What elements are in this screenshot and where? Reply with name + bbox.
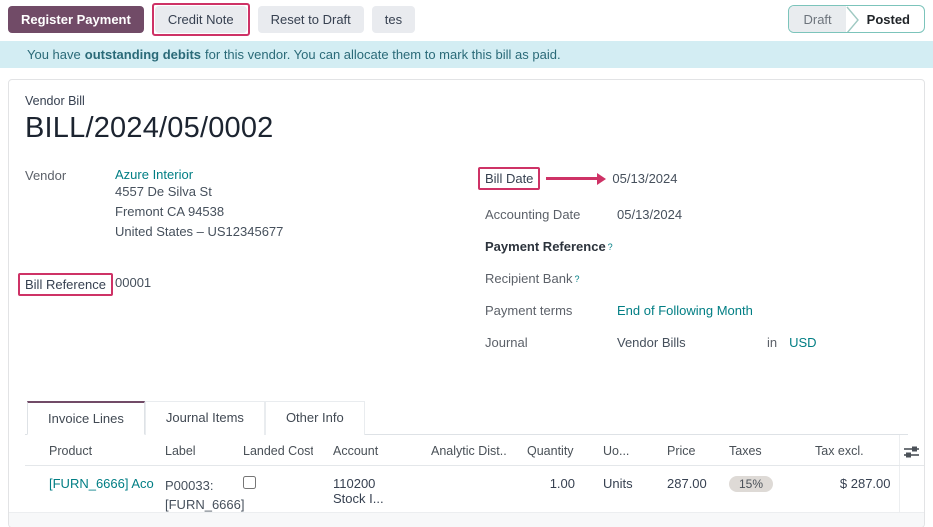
tab-journal-items[interactable]: Journal Items bbox=[145, 401, 265, 435]
vendor-bill-sheet: Vendor Bill BILL/2024/05/0002 Vendor Azu… bbox=[8, 79, 925, 527]
bill-date-field-row: Bill Date 05/13/2024 bbox=[485, 167, 908, 190]
landed-costs-checkbox[interactable] bbox=[243, 476, 256, 489]
tes-button[interactable]: tes bbox=[372, 6, 415, 33]
tax-badge[interactable]: 15% bbox=[729, 476, 773, 492]
recipient-bank-field-row: Recipient Bank ? bbox=[485, 271, 908, 286]
left-field-column: Vendor Azure Interior 4557 De Silva St F… bbox=[25, 167, 485, 367]
col-header-quantity[interactable]: Quantity bbox=[507, 435, 583, 466]
address-line: United States – US12345677 bbox=[115, 222, 283, 242]
annotation-arrow-icon bbox=[546, 177, 598, 180]
vendor-value: Azure Interior 4557 De Silva St Fremont … bbox=[115, 167, 283, 242]
col-header-tax-excl[interactable]: Tax excl. bbox=[795, 435, 899, 466]
status-posted[interactable]: Posted bbox=[861, 6, 924, 32]
journal-label: Journal bbox=[485, 335, 617, 350]
accounting-date-value[interactable]: 05/13/2024 bbox=[617, 207, 682, 222]
col-header-account[interactable]: Account bbox=[313, 435, 411, 466]
status-bar: Draft Posted bbox=[788, 5, 925, 33]
col-header-product[interactable]: Product bbox=[25, 435, 145, 466]
col-header-price[interactable]: Price bbox=[647, 435, 709, 466]
address-line: 4557 De Silva St bbox=[115, 182, 283, 202]
col-header-label[interactable]: Label bbox=[145, 435, 223, 466]
banner-text-prefix: You have bbox=[27, 47, 81, 62]
chevron-right-icon bbox=[846, 6, 861, 33]
table-header-row: Product Label Landed Costs Account Analy… bbox=[25, 435, 925, 466]
product-link[interactable]: [FURN_6666] Aco bbox=[49, 476, 154, 491]
tab-other-info[interactable]: Other Info bbox=[265, 401, 365, 435]
field-columns: Vendor Azure Interior 4557 De Silva St F… bbox=[25, 167, 908, 367]
col-header-taxes[interactable]: Taxes bbox=[709, 435, 795, 466]
accounting-date-field-row: Accounting Date 05/13/2024 bbox=[485, 207, 908, 222]
payment-terms-label: Payment terms bbox=[485, 303, 617, 318]
right-field-column: Bill Date 05/13/2024 Accounting Date 05/… bbox=[485, 167, 908, 367]
bill-date-value[interactable]: 05/13/2024 bbox=[612, 171, 677, 186]
status-draft[interactable]: Draft bbox=[789, 6, 845, 32]
journal-currency-link[interactable]: USD bbox=[789, 335, 816, 350]
spacer bbox=[25, 251, 485, 272]
address-line: Fremont CA 94538 bbox=[115, 202, 283, 222]
credit-note-button[interactable]: Credit Note bbox=[155, 6, 247, 33]
banner-text-suffix: for this vendor. You can allocate them t… bbox=[205, 47, 561, 62]
bill-reference-annotation-box: Bill Reference bbox=[18, 273, 113, 296]
bill-reference-value[interactable]: 00001 bbox=[115, 272, 151, 290]
register-payment-button[interactable]: Register Payment bbox=[8, 6, 144, 33]
vendor-link[interactable]: Azure Interior bbox=[115, 167, 193, 182]
reset-to-draft-button[interactable]: Reset to Draft bbox=[258, 6, 364, 33]
next-row-strip[interactable] bbox=[9, 512, 924, 527]
help-icon[interactable]: ? bbox=[608, 242, 613, 252]
page-title: BILL/2024/05/0002 bbox=[25, 112, 908, 145]
optional-columns-icon[interactable] bbox=[904, 445, 919, 462]
vendor-field-row: Vendor Azure Interior 4557 De Silva St F… bbox=[25, 167, 485, 242]
payment-reference-field-row: Payment Reference ? bbox=[485, 239, 908, 254]
credit-note-annotation-box: Credit Note bbox=[152, 3, 250, 36]
col-header-uom[interactable]: Uo... bbox=[583, 435, 647, 466]
optional-columns-header bbox=[899, 435, 925, 466]
tab-invoice-lines[interactable]: Invoice Lines bbox=[27, 401, 145, 435]
outstanding-debits-banner: You have outstanding debits for this ven… bbox=[0, 41, 933, 68]
payment-reference-label: Payment Reference bbox=[485, 239, 606, 254]
document-type-label: Vendor Bill bbox=[25, 94, 908, 108]
journal-value[interactable]: Vendor Bills bbox=[617, 335, 767, 350]
help-icon[interactable]: ? bbox=[574, 274, 579, 284]
col-header-landed-costs[interactable]: Landed Costs bbox=[223, 435, 313, 466]
vendor-address: 4557 De Silva St Fremont CA 94538 United… bbox=[115, 182, 283, 242]
toolbar: Register Payment Credit Note Reset to Dr… bbox=[0, 0, 933, 38]
col-header-analytic[interactable]: Analytic Dist... bbox=[411, 435, 507, 466]
payment-terms-field-row: Payment terms End of Following Month bbox=[485, 303, 908, 318]
accounting-date-label: Accounting Date bbox=[485, 207, 617, 222]
recipient-bank-label: Recipient Bank bbox=[485, 271, 572, 286]
journal-field-row: Journal Vendor Bills in USD bbox=[485, 335, 908, 350]
bill-reference-field-row: Bill Reference 00001 bbox=[25, 272, 485, 296]
notebook-tabs: Invoice Lines Journal Items Other Info bbox=[25, 400, 908, 435]
bill-reference-label-wrap: Bill Reference bbox=[25, 272, 115, 296]
payment-terms-value[interactable]: End of Following Month bbox=[617, 303, 753, 318]
vendor-label: Vendor bbox=[25, 167, 115, 183]
bill-date-annotation-box: Bill Date bbox=[478, 167, 540, 190]
journal-in-text: in bbox=[767, 335, 777, 350]
journal-value-group: Vendor Bills in USD bbox=[617, 335, 817, 350]
banner-text-bold: outstanding debits bbox=[85, 47, 201, 62]
